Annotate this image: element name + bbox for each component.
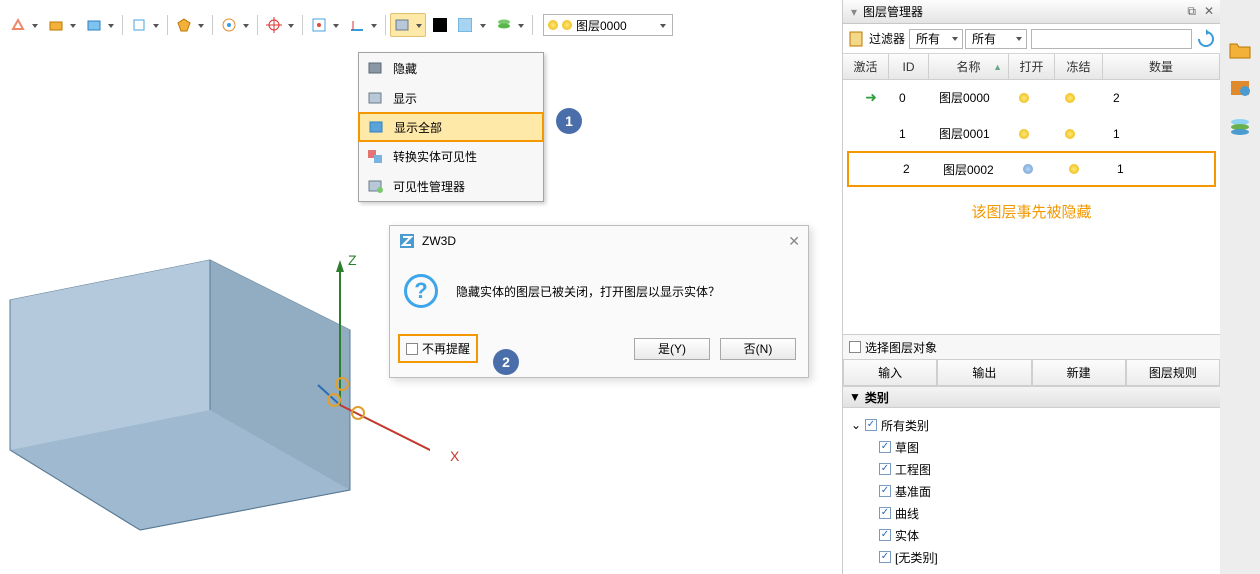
tool-icon-1[interactable]	[1228, 78, 1252, 98]
hidden-layer-note: 该图层事先被隐藏	[843, 187, 1220, 236]
new-button[interactable]: 新建	[1032, 360, 1126, 386]
layer-row-2[interactable]: 2 图层0002 1	[847, 151, 1216, 187]
tool-btn-3[interactable]	[82, 13, 118, 37]
sun-icon	[562, 20, 572, 30]
category-header[interactable]: ▼类别	[843, 386, 1220, 408]
dialog-message: 隐藏实体的图层已被关闭，打开图层以显示实体？	[456, 283, 720, 300]
tool-btn-color-black[interactable]	[428, 13, 452, 37]
tree-solid[interactable]: 实体	[851, 524, 1212, 546]
panel-close-icon[interactable]: ✕	[1204, 4, 1214, 19]
grid-body: ➜ 0 图层0000 2 1 图层0001 1 2 图层0002	[843, 80, 1220, 187]
tree-drawing[interactable]: 工程图	[851, 458, 1212, 480]
3d-viewport[interactable]: Z X	[0, 230, 430, 570]
tool-btn-1[interactable]	[6, 13, 42, 37]
callout-1: 1	[556, 108, 582, 134]
refresh-icon[interactable]	[1196, 29, 1216, 49]
category-tree: ⌄所有类别 草图 工程图 基准面 曲线 实体 [无类别]	[843, 408, 1220, 574]
bulb-icon	[548, 20, 558, 30]
yes-button[interactable]: 是(Y)	[634, 338, 710, 360]
tree-curve[interactable]: 曲线	[851, 502, 1212, 524]
callout-2: 2	[493, 349, 519, 375]
filter-select-2[interactable]: 所有	[965, 29, 1027, 49]
panel-title: 图层管理器	[863, 3, 923, 20]
tool-btn-6[interactable]	[217, 13, 253, 37]
bulb-on-icon[interactable]	[1019, 93, 1029, 103]
rules-button[interactable]: 图层规则	[1126, 360, 1220, 386]
layer-row-0[interactable]: ➜ 0 图层0000 2	[843, 80, 1220, 116]
no-button[interactable]: 否(N)	[720, 338, 796, 360]
app-icon	[398, 232, 416, 250]
tree-none[interactable]: [无类别]	[851, 546, 1212, 568]
tool-btn-5[interactable]	[172, 13, 208, 37]
dd-hide[interactable]: 隐藏	[359, 53, 543, 83]
tree-root[interactable]: ⌄所有类别	[851, 414, 1212, 436]
layer-selector-combo[interactable]: 图层0000	[543, 14, 673, 36]
dd-toggle[interactable]: 转换实体可见性	[359, 141, 543, 171]
folder-icon[interactable]	[1228, 40, 1252, 60]
tool-btn-4[interactable]	[127, 13, 163, 37]
panel-buttons: 输入 输出 新建 图层规则	[843, 360, 1220, 386]
tree-datum[interactable]: 基准面	[851, 480, 1212, 502]
dd-show-all[interactable]: 显示全部	[358, 112, 544, 142]
bulb-off-icon[interactable]	[1023, 164, 1033, 174]
layer-manager-panel: ▾ 图层管理器 ⧉✕ 过滤器 所有 所有 激活 ID 名称▲ 打开 冻结 数量 …	[842, 0, 1260, 574]
tool-btn-8[interactable]	[307, 13, 343, 37]
panel-titlebar[interactable]: ▾ 图层管理器 ⧉✕	[843, 0, 1220, 24]
dialog-titlebar[interactable]: ZW3D ✕	[390, 226, 808, 256]
dont-remind-checkbox[interactable]: 不再提醒	[398, 334, 478, 363]
import-button[interactable]: 输入	[843, 360, 937, 386]
tool-btn-color-blue[interactable]	[454, 13, 490, 37]
question-icon: ?	[404, 274, 438, 308]
layer-row-1[interactable]: 1 图层0001 1	[843, 116, 1220, 152]
axis-z-label: Z	[348, 252, 357, 268]
dd-manager[interactable]: 可见性管理器	[359, 171, 543, 201]
checkbox-box	[406, 343, 418, 355]
sun-icon[interactable]	[1069, 164, 1079, 174]
filter-icon[interactable]	[847, 30, 865, 48]
grid-header: 激活 ID 名称▲ 打开 冻结 数量	[843, 54, 1220, 80]
export-button[interactable]: 输出	[937, 360, 1031, 386]
tool-btn-9[interactable]	[345, 13, 381, 37]
restore-icon[interactable]: ⧉	[1187, 4, 1196, 19]
sun-icon[interactable]	[1065, 93, 1075, 103]
active-arrow-icon: ➜	[865, 89, 877, 106]
tool-btn-layers[interactable]	[492, 13, 528, 37]
layers-icon[interactable]	[1228, 116, 1252, 136]
dd-show[interactable]: 显示	[359, 83, 543, 113]
filter-select-1[interactable]: 所有	[909, 29, 963, 49]
tool-btn-visibility[interactable]	[390, 13, 426, 37]
dialog-title-text: ZW3D	[422, 234, 456, 248]
select-layer-objects[interactable]: 选择图层对象	[843, 334, 1220, 360]
close-icon[interactable]: ✕	[788, 233, 800, 250]
visibility-dropdown: 隐藏 显示 显示全部 转换实体可见性 可见性管理器	[358, 52, 544, 202]
layer-name-text: 图层0000	[576, 17, 627, 34]
tree-sketch[interactable]: 草图	[851, 436, 1212, 458]
axis-x-label: X	[450, 448, 459, 464]
confirm-dialog: ZW3D ✕ ? 隐藏实体的图层已被关闭，打开图层以显示实体？ 不再提醒 是(Y…	[389, 225, 809, 378]
filter-input[interactable]	[1031, 29, 1192, 49]
panel-sidebar	[1220, 0, 1260, 574]
tool-btn-7[interactable]	[262, 13, 298, 37]
sun-icon[interactable]	[1065, 129, 1075, 139]
bulb-on-icon[interactable]	[1019, 129, 1029, 139]
filter-row: 过滤器 所有 所有	[843, 24, 1220, 54]
tool-btn-2[interactable]	[44, 13, 80, 37]
